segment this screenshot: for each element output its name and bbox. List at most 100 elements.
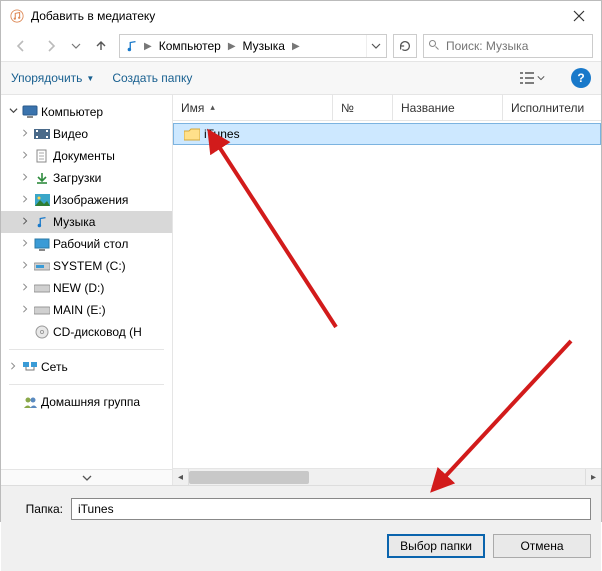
scroll-right-icon[interactable]: ▸	[585, 469, 601, 486]
organize-menu[interactable]: Упорядочить ▼	[11, 71, 94, 85]
expand-icon[interactable]	[19, 261, 31, 272]
expand-icon[interactable]	[19, 239, 31, 250]
file-row-itunes[interactable]: iTunes	[173, 123, 601, 145]
scrollbar-thumb[interactable]	[189, 471, 309, 484]
expand-icon[interactable]	[19, 217, 31, 228]
sidebar-homegroup-label: Домашняя группа	[41, 395, 140, 409]
help-button[interactable]: ?	[571, 68, 591, 88]
new-folder-button[interactable]: Создать папку	[112, 71, 192, 85]
titlebar: Добавить в медиатеку	[1, 1, 601, 31]
address-bar-row: ▶ Компьютер ▶ Музыка ▶	[1, 31, 601, 61]
sidebar-item-video[interactable]: Видео	[1, 123, 172, 145]
chevron-right-icon: ▶	[290, 41, 302, 52]
drive-icon	[33, 283, 51, 294]
desktop-icon	[33, 238, 51, 251]
expand-icon[interactable]	[19, 151, 31, 162]
expand-icon[interactable]	[19, 283, 31, 294]
computer-icon	[21, 105, 39, 119]
expand-icon[interactable]	[19, 305, 31, 316]
sidebar-network[interactable]: Сеть	[1, 356, 172, 378]
sidebar-homegroup[interactable]: Домашняя группа	[1, 391, 172, 413]
disc-icon	[33, 325, 51, 339]
expand-icon[interactable]	[19, 129, 31, 140]
toolbar: Упорядочить ▼ Создать папку ?	[1, 61, 601, 95]
column-artist[interactable]: Исполнители	[503, 95, 601, 120]
search-box[interactable]	[423, 34, 593, 58]
file-name: iTunes	[202, 127, 240, 141]
itunes-app-icon	[9, 8, 25, 24]
sidebar-scroll-down[interactable]	[1, 469, 172, 485]
expand-icon[interactable]	[19, 173, 31, 184]
folder-label: Папка:	[11, 502, 63, 516]
sidebar-computer-label: Компьютер	[41, 105, 103, 119]
sidebar-computer[interactable]: Компьютер	[1, 101, 172, 123]
collapse-icon[interactable]	[7, 106, 19, 118]
divider	[9, 384, 164, 385]
sidebar-item-label: Загрузки	[53, 171, 101, 185]
crumb-music[interactable]: Музыка	[238, 35, 290, 57]
sidebar-item-drive-c[interactable]: SYSTEM (C:)	[1, 255, 172, 277]
nav-up-button[interactable]	[89, 34, 113, 58]
select-folder-button[interactable]: Выбор папки	[387, 534, 485, 558]
sidebar-item-label: CD-дисковод (H	[53, 325, 142, 339]
sidebar-item-desktop[interactable]: Рабочий стол	[1, 233, 172, 255]
sidebar-item-label: SYSTEM (C:)	[53, 259, 126, 273]
sidebar-item-label: MAIN (E:)	[53, 303, 106, 317]
file-list[interactable]: iTunes	[173, 121, 601, 468]
sidebar-item-music[interactable]: Музыка	[1, 211, 172, 233]
breadcrumb-dropdown[interactable]	[366, 35, 384, 57]
search-icon	[428, 39, 440, 54]
nav-forward-button[interactable]	[39, 34, 63, 58]
network-icon	[21, 361, 39, 374]
footer: Папка: Выбор папки Отмена	[1, 485, 601, 571]
search-input[interactable]	[444, 38, 588, 54]
sidebar-item-drive-e[interactable]: MAIN (E:)	[1, 299, 172, 321]
chevron-right-icon: ▶	[142, 41, 154, 52]
main-area: Компьютер Видео Документы Загрузки Изобр…	[1, 95, 601, 485]
sidebar-item-downloads[interactable]: Загрузки	[1, 167, 172, 189]
sidebar-item-label: Рабочий стол	[53, 237, 128, 251]
video-icon	[33, 128, 51, 140]
breadcrumb[interactable]: ▶ Компьютер ▶ Музыка ▶	[119, 34, 387, 58]
sidebar-item-drive-d[interactable]: NEW (D:)	[1, 277, 172, 299]
homegroup-icon	[21, 396, 39, 409]
column-number[interactable]: №	[333, 95, 393, 120]
column-title[interactable]: Название	[393, 95, 503, 120]
sidebar-item-label: Музыка	[53, 215, 95, 229]
crumb-computer[interactable]: Компьютер	[154, 35, 226, 57]
window-title: Добавить в медиатеку	[31, 9, 155, 23]
pictures-icon	[33, 194, 51, 206]
select-folder-label: Выбор папки	[400, 539, 472, 553]
chevron-down-icon: ▼	[86, 74, 94, 83]
nav-back-button[interactable]	[9, 34, 33, 58]
music-icon	[33, 215, 51, 229]
downloads-icon	[33, 171, 51, 185]
sidebar-item-pictures[interactable]: Изображения	[1, 189, 172, 211]
music-location-icon	[122, 39, 142, 53]
sidebar: Компьютер Видео Документы Загрузки Изобр…	[1, 95, 173, 485]
sidebar-item-documents[interactable]: Документы	[1, 145, 172, 167]
sidebar-item-label: NEW (D:)	[53, 281, 104, 295]
drive-icon	[33, 305, 51, 316]
drive-icon	[33, 261, 51, 272]
view-mode-button[interactable]	[511, 66, 553, 90]
chevron-right-icon: ▶	[226, 41, 238, 52]
horizontal-scrollbar[interactable]: ◂ ▸	[173, 468, 601, 485]
sidebar-item-cdrom[interactable]: CD-дисковод (H	[1, 321, 172, 343]
cancel-button[interactable]: Отмена	[493, 534, 591, 558]
expand-icon[interactable]	[7, 362, 19, 373]
sidebar-item-label: Документы	[53, 149, 115, 163]
close-button[interactable]	[556, 1, 601, 31]
refresh-button[interactable]	[393, 34, 417, 58]
new-folder-label: Создать папку	[112, 71, 192, 85]
column-number-label: №	[341, 101, 354, 115]
sort-asc-icon: ▴	[210, 102, 215, 113]
sidebar-item-label: Изображения	[53, 193, 128, 207]
column-name[interactable]: Имя ▴	[173, 95, 333, 120]
expand-icon[interactable]	[19, 195, 31, 206]
nav-recent-dropdown[interactable]	[69, 34, 83, 58]
folder-name-input[interactable]	[71, 498, 591, 520]
scroll-left-icon[interactable]: ◂	[173, 469, 189, 486]
divider	[9, 349, 164, 350]
folder-icon	[174, 128, 202, 141]
